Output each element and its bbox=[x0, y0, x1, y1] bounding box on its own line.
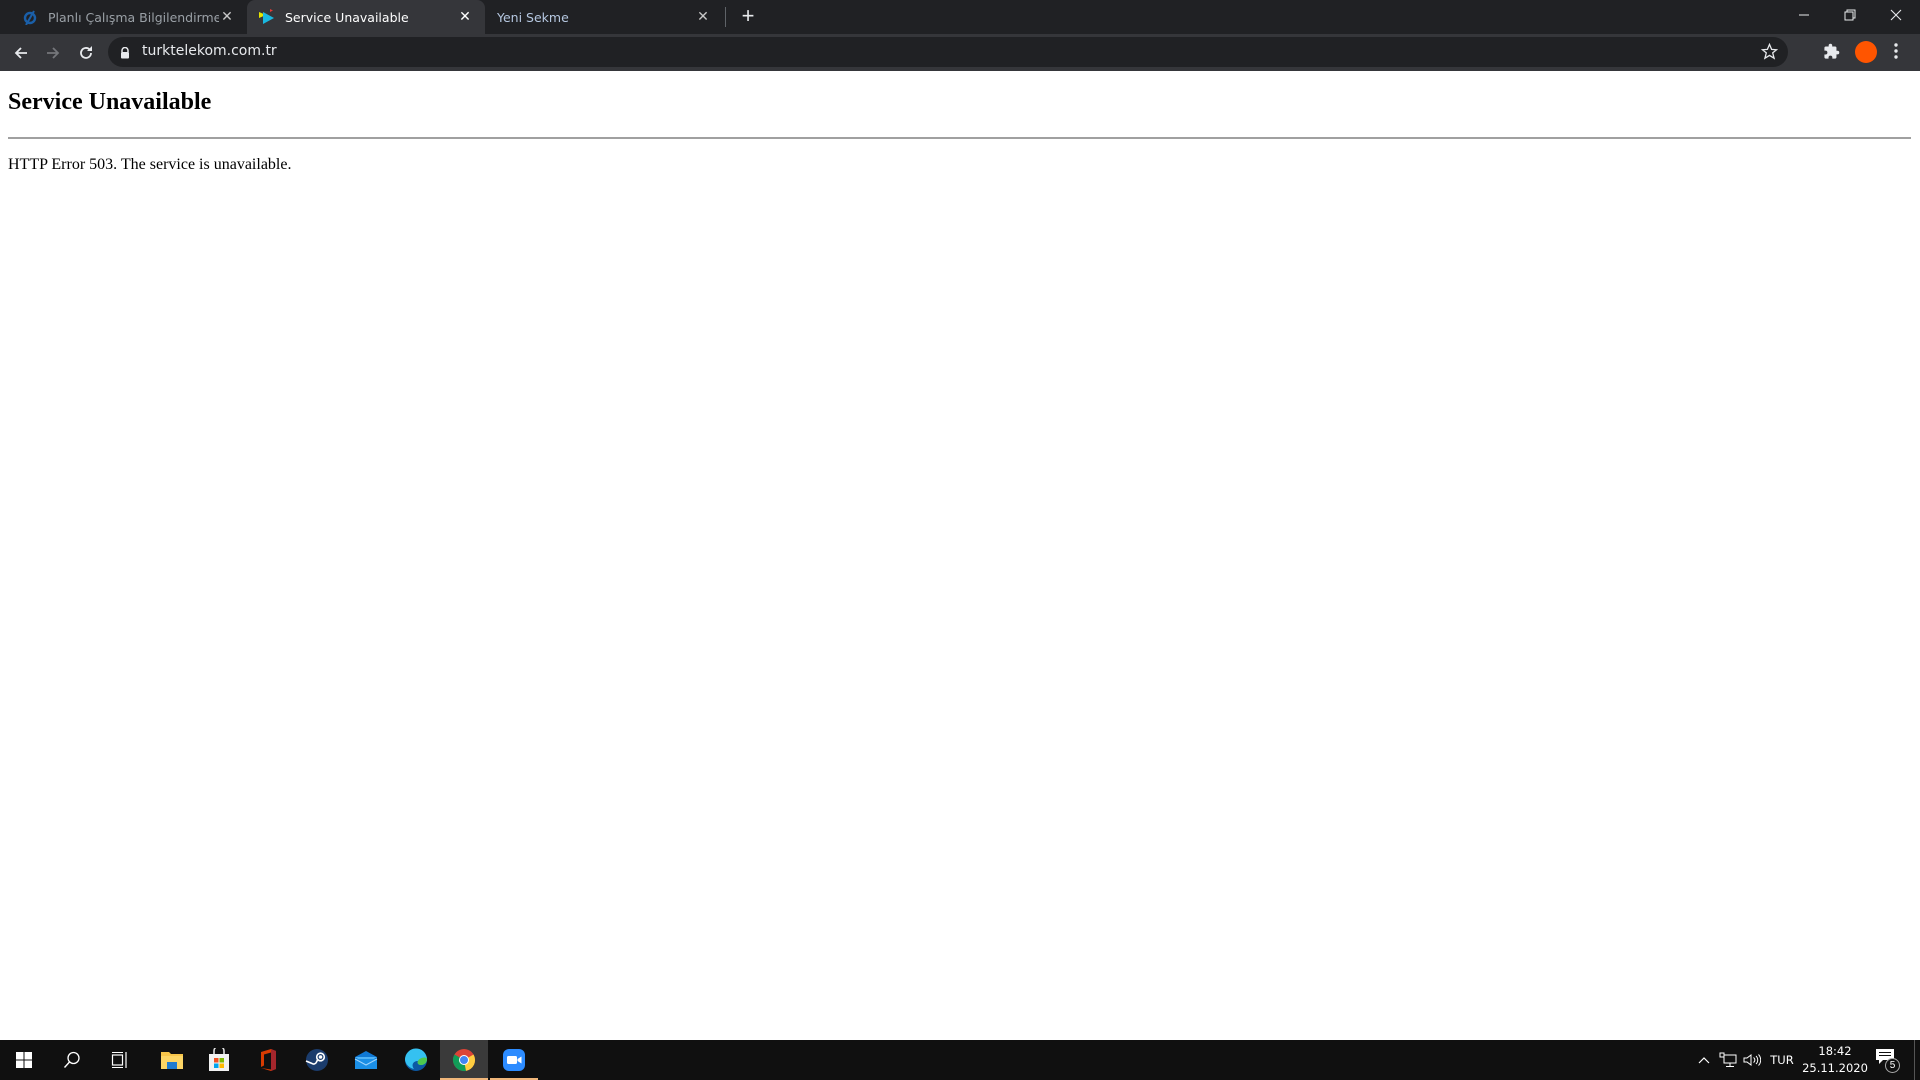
language-indicator[interactable]: TUR bbox=[1767, 1040, 1797, 1080]
clock[interactable]: 18:42 25.11.2020 bbox=[1800, 1043, 1870, 1077]
notification-count-badge: 5 bbox=[1885, 1058, 1900, 1073]
address-bar[interactable]: turktelekom.com.tr bbox=[108, 37, 1788, 67]
arrow-right-icon bbox=[47, 47, 60, 59]
show-desktop-button[interactable] bbox=[1914, 1040, 1915, 1080]
chrome-icon bbox=[453, 1049, 476, 1072]
minimize-icon bbox=[1799, 14, 1809, 16]
arrow-left-icon bbox=[14, 47, 27, 59]
url-text[interactable]: turktelekom.com.tr bbox=[142, 43, 277, 59]
volume-button[interactable] bbox=[1742, 1040, 1762, 1080]
error-message: HTTP Error 503. The service is unavailab… bbox=[8, 156, 292, 173]
divider bbox=[8, 137, 1911, 139]
close-icon bbox=[1890, 9, 1902, 21]
tab-yeni-sekme[interactable]: Yeni Sekme ✕ bbox=[485, 0, 723, 34]
new-tab-button[interactable]: + bbox=[736, 5, 760, 29]
reload-icon bbox=[80, 46, 92, 59]
page-content: Service Unavailable HTTP Error 503. The … bbox=[0, 71, 1920, 1040]
chevron-up-icon bbox=[1698, 1057, 1710, 1064]
office-icon bbox=[261, 1049, 276, 1071]
search-icon bbox=[63, 1051, 80, 1068]
lock-icon bbox=[120, 46, 130, 64]
minimize-button[interactable] bbox=[1781, 0, 1827, 30]
task-view-icon bbox=[111, 1052, 127, 1068]
forward-button[interactable] bbox=[40, 40, 66, 66]
close-window-button[interactable] bbox=[1873, 0, 1919, 30]
steam-icon bbox=[305, 1049, 328, 1071]
mail-button[interactable] bbox=[342, 1040, 390, 1080]
mail-icon bbox=[354, 1051, 378, 1069]
speaker-icon bbox=[1743, 1054, 1761, 1066]
file-explorer-button[interactable] bbox=[148, 1040, 196, 1080]
restore-icon bbox=[1844, 9, 1856, 21]
office-button[interactable] bbox=[244, 1040, 292, 1080]
task-view-button[interactable] bbox=[96, 1040, 144, 1080]
tab-service-unavailable[interactable]: Service Unavailable ✕ bbox=[247, 0, 485, 34]
tab-title: Yeni Sekme bbox=[497, 9, 569, 25]
clock-time: 18:42 bbox=[1818, 1044, 1852, 1058]
profile-avatar[interactable] bbox=[1855, 41, 1877, 63]
reload-button[interactable] bbox=[73, 40, 99, 66]
close-tab-icon[interactable]: ✕ bbox=[695, 9, 711, 25]
network-button[interactable] bbox=[1718, 1040, 1738, 1080]
show-hidden-icons-button[interactable] bbox=[1694, 1040, 1714, 1080]
windows-start-icon bbox=[16, 1052, 32, 1068]
page-title: Service Unavailable bbox=[8, 89, 212, 115]
clock-date: 25.11.2020 bbox=[1802, 1061, 1868, 1075]
restore-button[interactable] bbox=[1827, 0, 1873, 30]
taskbar: TUR 18:42 25.11.2020 5 bbox=[0, 1040, 1920, 1080]
zoom-button[interactable] bbox=[490, 1040, 538, 1080]
chrome-button[interactable] bbox=[440, 1040, 488, 1080]
zoom-icon bbox=[503, 1049, 525, 1071]
close-tab-icon[interactable]: ✕ bbox=[219, 9, 235, 25]
tab-title: Planlı Çalışma Bilgilendirme - TURKTELEK… bbox=[48, 9, 219, 25]
steam-button[interactable] bbox=[293, 1040, 341, 1080]
edge-icon bbox=[404, 1048, 427, 1071]
tab-strip: Planlı Çalışma Bilgilendirme - TURKTELEK… bbox=[0, 0, 1920, 34]
microsoft-store-button[interactable] bbox=[195, 1040, 243, 1080]
action-center-button[interactable]: 5 bbox=[1875, 1048, 1900, 1073]
start-button[interactable] bbox=[0, 1040, 48, 1080]
tab-separator bbox=[725, 7, 726, 27]
back-button[interactable] bbox=[8, 40, 34, 66]
edge-button[interactable] bbox=[392, 1040, 440, 1080]
play-arrow-favicon-icon bbox=[259, 9, 275, 25]
search-button[interactable] bbox=[48, 1040, 96, 1080]
close-tab-icon[interactable]: ✕ bbox=[457, 9, 473, 25]
extensions-puzzle-icon[interactable] bbox=[1823, 43, 1840, 65]
more-menu-icon[interactable] bbox=[1893, 42, 1899, 65]
network-icon bbox=[1719, 1052, 1737, 1067]
turktelekom-logo-icon bbox=[22, 9, 38, 26]
browser-toolbar: turktelekom.com.tr bbox=[0, 34, 1920, 71]
bookmark-star-icon[interactable] bbox=[1760, 42, 1779, 65]
tab-planli-calisma[interactable]: Planlı Çalışma Bilgilendirme - TURKTELEK… bbox=[0, 0, 247, 34]
store-bag-icon bbox=[209, 1048, 229, 1071]
folder-icon bbox=[161, 1052, 183, 1069]
tab-title: Service Unavailable bbox=[285, 9, 409, 25]
